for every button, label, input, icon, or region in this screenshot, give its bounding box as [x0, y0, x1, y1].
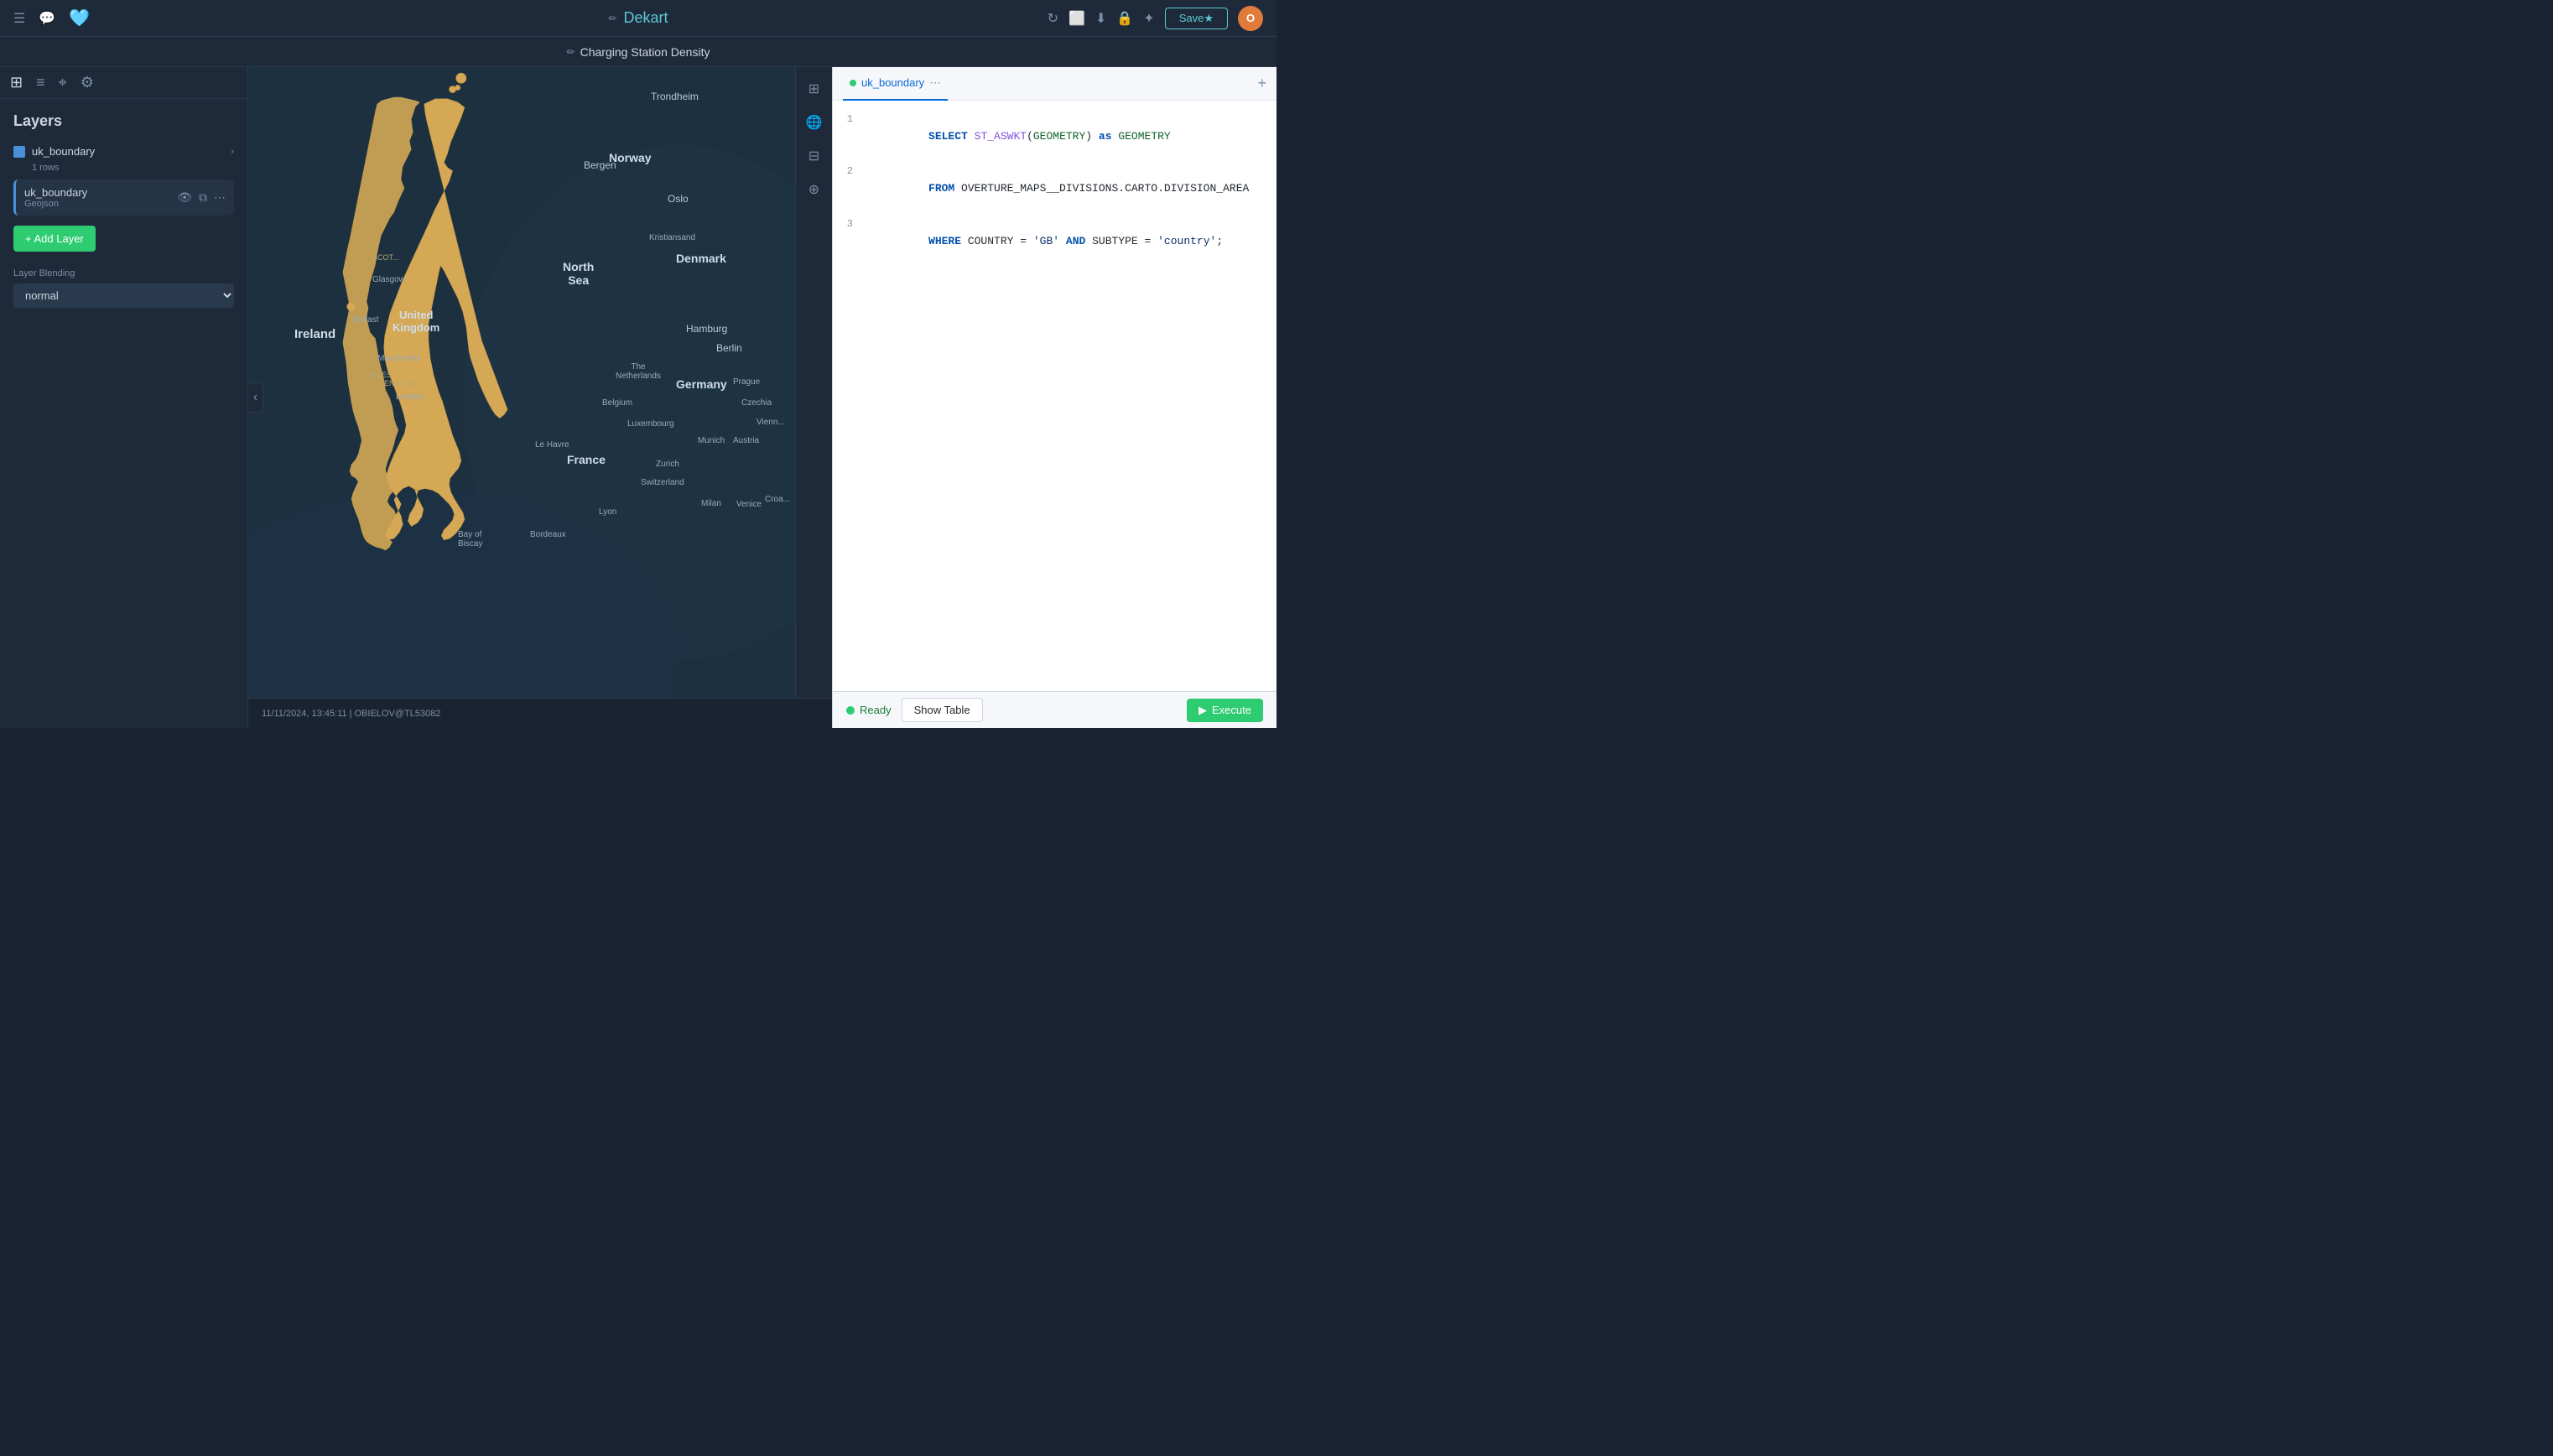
code-content-3: WHERE COUNTRY = 'GB' AND SUBTYPE = 'coun…	[863, 216, 1223, 268]
bottom-bar: 11/11/2024, 13:45:11 | OBIELOV@TL53082	[248, 698, 832, 728]
header-right: ↻ ⬜ ⬇ 🔒 ✦ Save★ O	[1048, 6, 1263, 31]
main-layout: ⊞ ≡ ⌖ ⚙ Layers uk_boundary › 1 rows uk_b…	[0, 67, 1276, 728]
eye-icon[interactable]: 👁	[177, 190, 192, 205]
timestamp-label: 11/11/2024, 13:45:11 | OBIELOV@TL53082	[262, 709, 440, 719]
layers-title: Layers	[13, 112, 234, 130]
app-title: Dekart	[624, 9, 668, 27]
execute-label: Execute	[1212, 704, 1251, 716]
sidebar-tab-settings[interactable]: ⚙	[81, 74, 94, 91]
lock-icon[interactable]: 🔒	[1116, 10, 1133, 27]
download-icon[interactable]: ⬇	[1095, 10, 1106, 27]
code-line-3: 3 WHERE COUNTRY = 'GB' AND SUBTYPE = 'co…	[833, 216, 1276, 268]
share-icon[interactable]: ✦	[1143, 10, 1154, 27]
layer-arrow-icon: ›	[231, 147, 234, 157]
blend-select[interactable]: normal	[13, 283, 234, 308]
chat-icon[interactable]: 💬	[39, 10, 55, 27]
header-center: ✏ Dekart	[608, 9, 668, 27]
tool-crosshair-icon[interactable]: ⊕	[799, 174, 829, 205]
layer-item: uk_boundary Geojson 👁 ⧉ ⋯	[13, 179, 234, 216]
line-num-1: 1	[833, 112, 863, 127]
map-subtitle: Charging Station Density	[580, 45, 710, 59]
sidebar-tab-layers[interactable]: ⊞	[10, 74, 23, 91]
code-content-1: SELECT ST_ASWKT(GEOMETRY) as GEOMETRY	[863, 111, 1171, 163]
header-left: ☰ 💬 🩵	[13, 8, 90, 29]
status-bar: Ready Show Table ▶ Execute	[833, 691, 1276, 728]
refresh-icon[interactable]: ↻	[1048, 10, 1058, 27]
sidebar-tabs: ⊞ ≡ ⌖ ⚙	[0, 67, 247, 99]
code-content-2: FROM OVERTURE_MAPS__DIVISIONS.CARTO.DIVI…	[863, 163, 1249, 215]
add-tab-button[interactable]: +	[1257, 75, 1266, 92]
map-area[interactable]: Trondheim Bergen Norway Oslo Kristiansan…	[248, 67, 832, 728]
layer-item-name: uk_boundary	[24, 186, 170, 199]
code-tab-uk-boundary[interactable]: uk_boundary ⋯	[843, 67, 948, 101]
map-svg	[248, 67, 832, 728]
layer-rows: 1 rows	[32, 163, 234, 173]
layer-group[interactable]: uk_boundary ›	[13, 140, 234, 163]
tab-menu-icon[interactable]: ⋯	[929, 75, 941, 90]
show-table-button[interactable]: Show Table	[902, 698, 983, 722]
menu-icon[interactable]: ☰	[13, 10, 25, 27]
copy-icon[interactable]: ⧉	[199, 190, 207, 205]
layer-item-actions: 👁 ⧉ ⋯	[177, 190, 226, 205]
tab-active-dot	[850, 80, 856, 86]
collapse-button[interactable]: ‹	[248, 382, 263, 413]
avatar[interactable]: O	[1238, 6, 1263, 31]
sidebar-tab-cursor[interactable]: ⌖	[59, 74, 67, 91]
add-layer-button[interactable]: + Add Layer	[13, 226, 96, 252]
map-tools: ⊞ 🌐 ⊟ ⊕	[795, 67, 832, 728]
pencil-icon: ✏	[608, 13, 616, 24]
tool-globe-icon[interactable]: 🌐	[799, 107, 829, 138]
sidebar-tab-filter[interactable]: ≡	[36, 74, 45, 91]
code-line-2: 2 FROM OVERTURE_MAPS__DIVISIONS.CARTO.DI…	[833, 163, 1276, 215]
subtitle-bar: ✏ Charging Station Density	[0, 37, 1276, 67]
line-num-2: 2	[833, 164, 863, 179]
monitor-icon[interactable]: ⬜	[1069, 10, 1085, 27]
sidebar: ⊞ ≡ ⌖ ⚙ Layers uk_boundary › 1 rows uk_b…	[0, 67, 248, 728]
heart-icon[interactable]: 🩵	[69, 8, 90, 29]
sidebar-content: Layers uk_boundary › 1 rows uk_boundary …	[0, 99, 247, 728]
layer-dot	[13, 146, 25, 158]
header: ☰ 💬 🩵 ✏ Dekart ↻ ⬜ ⬇ 🔒 ✦ Save★ O	[0, 0, 1276, 37]
status-dot	[846, 706, 855, 715]
line-num-3: 3	[833, 216, 863, 232]
layer-blending-label: Layer Blending	[13, 268, 234, 278]
layer-item-info: uk_boundary Geojson	[24, 186, 170, 209]
save-button[interactable]: Save★	[1165, 8, 1228, 29]
more-icon[interactable]: ⋯	[214, 190, 226, 205]
tool-layers-icon[interactable]: ⊞	[799, 74, 829, 104]
code-tab-label: uk_boundary	[861, 76, 924, 89]
code-editor[interactable]: 1 SELECT ST_ASWKT(GEOMETRY) as GEOMETRY …	[833, 101, 1276, 691]
layer-blending-section: Layer Blending normal	[13, 268, 234, 308]
execute-button[interactable]: ▶ Execute	[1187, 699, 1263, 722]
status-ready: Ready	[846, 704, 892, 716]
code-editor-tabs: uk_boundary ⋯ +	[833, 67, 1276, 101]
status-ready-label: Ready	[860, 704, 892, 716]
layer-item-type: Geojson	[24, 199, 170, 209]
pencil-small-icon: ✏	[567, 46, 575, 58]
layer-group-name: uk_boundary	[32, 145, 224, 158]
execute-play-icon: ▶	[1199, 704, 1207, 717]
code-line-1: 1 SELECT ST_ASWKT(GEOMETRY) as GEOMETRY	[833, 111, 1276, 163]
code-panel: uk_boundary ⋯ + 1 SELECT ST_ASWKT(GEOMET…	[832, 67, 1276, 728]
tool-table-icon[interactable]: ⊟	[799, 141, 829, 171]
